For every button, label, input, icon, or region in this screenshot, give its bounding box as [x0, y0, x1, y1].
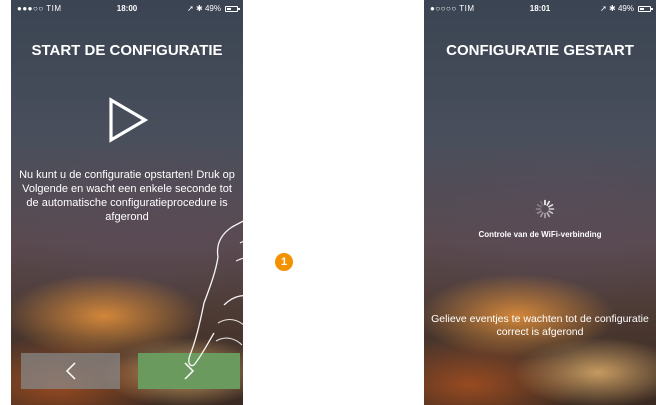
- spinner-icon: [535, 199, 555, 219]
- status-bar: ●○○○○ TIM 18:01 ➚ ✱ 49%: [424, 0, 656, 18]
- status-text: Controle van de WiFi-verbinding: [478, 230, 602, 239]
- battery-icon: [225, 6, 240, 12]
- page-title: START DE CONFIGURATIE: [31, 42, 223, 59]
- page-title: CONFIGURATIE GESTART: [446, 42, 634, 59]
- wait-message: Gelieve eventjes te wachten tot de confi…: [431, 313, 649, 338]
- battery-percent: ➚ ✱ 49%: [187, 4, 221, 13]
- pointing-hand-illustration: [188, 196, 333, 367]
- back-button[interactable]: [21, 353, 120, 389]
- battery-percent: ➚ ✱ 49%: [600, 4, 634, 13]
- step-callout-badge: 1: [275, 253, 293, 271]
- battery-icon: [638, 6, 653, 12]
- phone-screen-configuration-started: ●○○○○ TIM 18:01 ➚ ✱ 49% CONFIGURATIE GES…: [424, 0, 656, 405]
- play-icon: [109, 97, 148, 143]
- chevron-left-icon: [65, 362, 76, 380]
- status-bar: ●●●○○ TIM 18:00 ➚ ✱ 49%: [11, 0, 243, 18]
